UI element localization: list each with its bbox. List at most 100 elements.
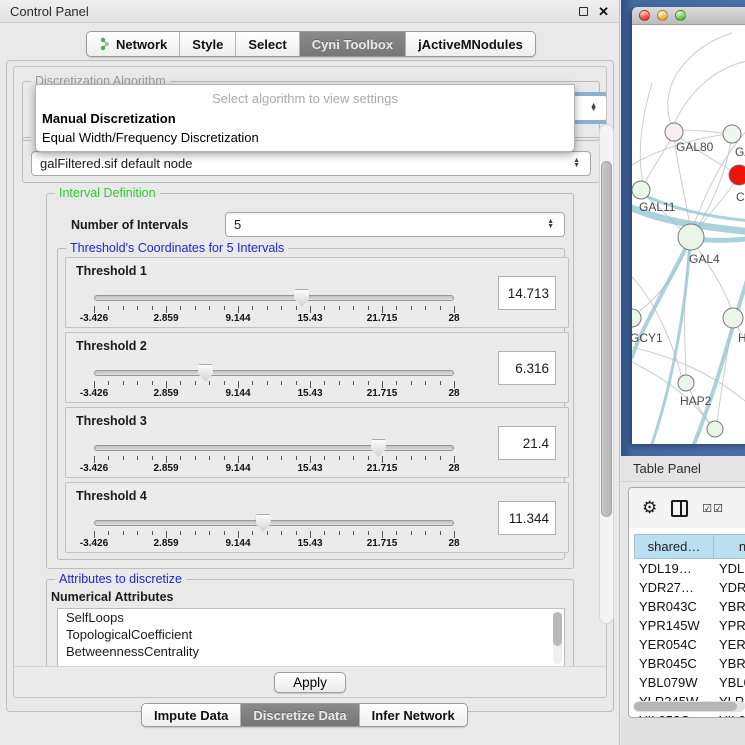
- table-hscrollbar[interactable]: [633, 701, 745, 712]
- network-node[interactable]: [678, 375, 694, 391]
- slider-tick: [123, 456, 124, 460]
- network-node[interactable]: [632, 309, 641, 327]
- network-node[interactable]: [723, 125, 741, 143]
- slider-track[interactable]: [94, 520, 454, 526]
- slider-tick: [310, 531, 311, 538]
- threshold-panel-1: Threshold 1-3.4262.8599.14415.4321.71528…: [65, 257, 569, 328]
- attribute-item[interactable]: SelfLoops: [58, 609, 564, 626]
- tab-cyni-toolbox[interactable]: Cyni Toolbox: [300, 32, 406, 56]
- node-table[interactable]: shared…nYDL19…YDL1YDR27…YDR2YBR043CYBR0Y…: [634, 534, 745, 718]
- threshold-value-field[interactable]: 21.4: [498, 426, 556, 460]
- table-cell[interactable]: YDR2: [714, 578, 745, 597]
- slider-tick-label: 9.144: [225, 313, 250, 324]
- network-edge[interactable]: [674, 60, 745, 124]
- table-row[interactable]: YIL052CYIL0: [634, 711, 745, 718]
- tab-discretize-data[interactable]: Discretize Data: [241, 704, 359, 726]
- attributes-scrollbar-thumb[interactable]: [553, 612, 562, 646]
- slider-thumb[interactable]: [371, 439, 386, 457]
- window-minimize-icon[interactable]: [657, 10, 668, 21]
- slider-tick-label: -3.426: [80, 463, 108, 474]
- network-canvas[interactable]: GAL80GACGAL11GAL4GCY1HHAP2: [632, 25, 745, 444]
- table-cell[interactable]: YDL1: [714, 559, 745, 578]
- table-cell[interactable]: YBL079W: [634, 673, 714, 692]
- panel-scrollbar[interactable]: [599, 124, 614, 624]
- column-header[interactable]: n: [714, 534, 745, 559]
- attribute-item[interactable]: BetweennessCentrality: [58, 643, 564, 660]
- table-cell[interactable]: YER0: [714, 635, 745, 654]
- network-edge-highlighted[interactable]: [694, 265, 745, 444]
- network-node[interactable]: [632, 181, 650, 199]
- slider-track[interactable]: [94, 370, 454, 376]
- table-data-combo-value: galFiltered.sif default node: [40, 156, 192, 171]
- network-edge[interactable]: [640, 83, 652, 183]
- network-node[interactable]: [723, 308, 743, 328]
- tab-infer-network[interactable]: Infer Network: [360, 704, 467, 726]
- slider-tick: [324, 306, 325, 310]
- algorithm-option[interactable]: Equal Width/Frequency Discretization: [36, 128, 574, 147]
- slider-track[interactable]: [94, 445, 454, 451]
- panel-scrollbar-thumb[interactable]: [601, 161, 612, 517]
- threshold-value-field[interactable]: 11.344: [498, 501, 556, 535]
- table-cell[interactable]: YIL052C: [634, 711, 714, 718]
- table-row[interactable]: YBL079WYBL0: [634, 673, 745, 692]
- slider-thumb[interactable]: [256, 514, 271, 532]
- slider-tick: [353, 381, 354, 385]
- table-cell[interactable]: YBR0: [714, 654, 745, 673]
- table-cell[interactable]: YBR0: [714, 597, 745, 616]
- network-node[interactable]: [678, 224, 704, 250]
- slider-thumb[interactable]: [294, 289, 309, 307]
- column-header[interactable]: shared…: [634, 534, 714, 559]
- checkbox-checked-icon[interactable]: ☑: [713, 502, 722, 515]
- apply-button[interactable]: Apply: [274, 672, 346, 693]
- table-row[interactable]: YDR27…YDR2: [634, 578, 745, 597]
- table-cell[interactable]: YBR043C: [634, 597, 714, 616]
- tab-impute-data[interactable]: Impute Data: [142, 704, 241, 726]
- slider-tick: [353, 456, 354, 460]
- slider-tick: [324, 531, 325, 535]
- table-cell[interactable]: YBR045C: [634, 654, 714, 673]
- tab-select[interactable]: Select: [236, 32, 299, 56]
- checkbox-checked-icon[interactable]: ☑: [702, 502, 711, 515]
- network-edge[interactable]: [643, 137, 672, 186]
- algorithm-option[interactable]: Manual Discretization: [36, 109, 574, 128]
- slider-track[interactable]: [94, 295, 454, 301]
- window-close-icon[interactable]: [639, 10, 650, 21]
- split-columns-icon[interactable]: [671, 500, 688, 517]
- table-row[interactable]: YDL19…YDL1: [634, 559, 745, 578]
- gear-icon[interactable]: ⚙: [642, 498, 657, 518]
- algorithm-popup-placeholder: Select algorithm to view settings: [36, 85, 574, 109]
- num-intervals-combo[interactable]: 5 ▲▼: [225, 212, 565, 237]
- column-visibility-icons[interactable]: ☑☑: [702, 502, 722, 515]
- tab-style[interactable]: Style: [180, 32, 236, 56]
- table-row[interactable]: YBR043CYBR0: [634, 597, 745, 616]
- network-node[interactable]: [665, 123, 683, 141]
- network-node[interactable]: [707, 421, 723, 437]
- threshold-value-field[interactable]: 6.316: [498, 351, 556, 385]
- network-edge[interactable]: [678, 130, 728, 134]
- table-cell[interactable]: YDL19…: [634, 559, 714, 578]
- table-cell[interactable]: YIL0: [714, 711, 745, 718]
- num-intervals-value: 5: [234, 217, 241, 232]
- threshold-value-field[interactable]: 14.713: [498, 276, 556, 310]
- table-hscrollbar-thumb[interactable]: [634, 702, 737, 711]
- table-data-combo[interactable]: galFiltered.sif default node ▲▼: [31, 151, 591, 176]
- table-row[interactable]: YBR045CYBR0: [634, 654, 745, 673]
- tab-network[interactable]: Network: [87, 32, 180, 56]
- table-row[interactable]: YER054CYER0: [634, 635, 745, 654]
- tab-jactivemnodules[interactable]: jActiveMNodules: [406, 32, 535, 56]
- table-cell[interactable]: YPR145W: [634, 616, 714, 635]
- attribute-item[interactable]: TopologicalCoefficient: [58, 626, 564, 643]
- slider-tick: [195, 306, 196, 310]
- table-row[interactable]: YPR145WYPR1: [634, 616, 745, 635]
- network-node[interactable]: [729, 165, 745, 185]
- float-window-icon[interactable]: [579, 7, 588, 16]
- table-cell[interactable]: YBL0: [714, 673, 745, 692]
- table-cell[interactable]: YDR27…: [634, 578, 714, 597]
- close-icon[interactable]: ✕: [598, 5, 609, 18]
- attributes-scrollbar[interactable]: [553, 612, 562, 664]
- network-node-label: GAL80: [676, 140, 714, 154]
- table-cell[interactable]: YER054C: [634, 635, 714, 654]
- table-cell[interactable]: YPR1: [714, 616, 745, 635]
- window-zoom-icon[interactable]: [675, 10, 686, 21]
- slider-thumb[interactable]: [198, 364, 213, 382]
